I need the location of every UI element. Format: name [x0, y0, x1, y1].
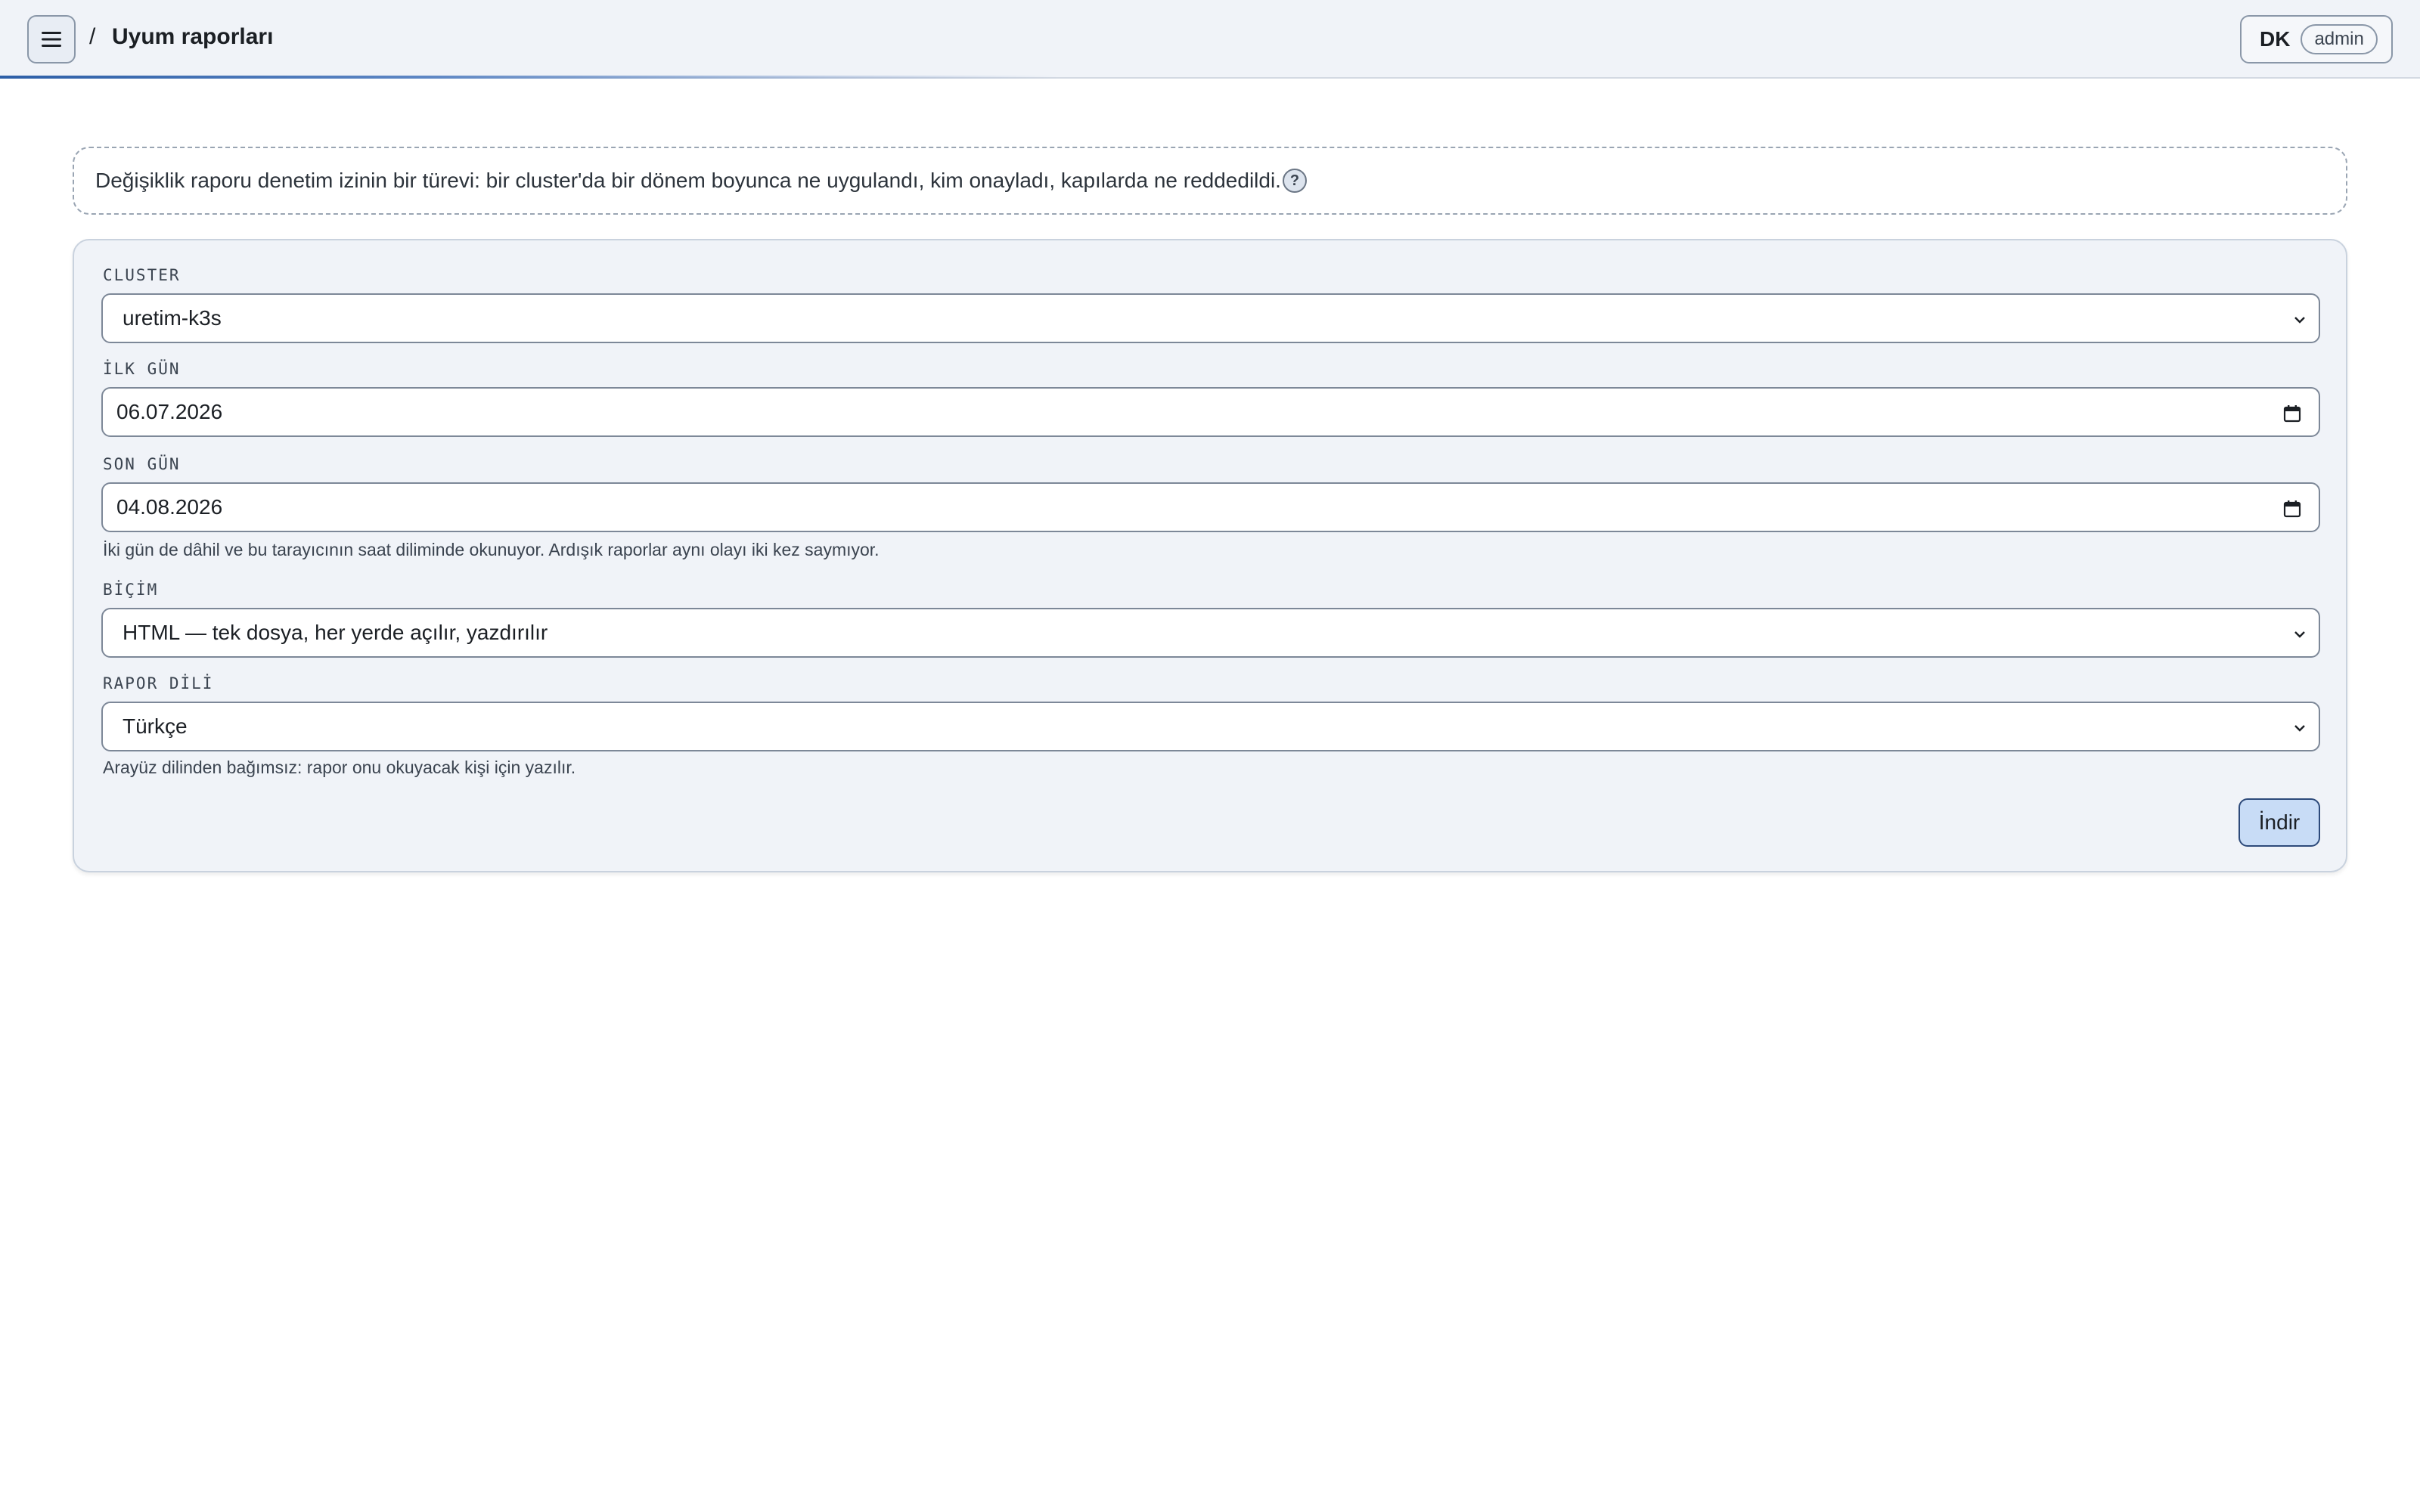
report-language-select[interactable]: Türkçe [101, 702, 2320, 751]
page-title: Uyum raporları [112, 24, 274, 49]
info-note: Değişiklik raporu denetim izinin bir tür… [73, 147, 2347, 215]
hamburger-menu-icon [42, 32, 61, 47]
report-language-label: RAPOR DİLİ [103, 674, 214, 692]
date-range-hint: İki gün de dâhil ve bu tarayıcının saat … [103, 540, 880, 559]
breadcrumb-separator: / [89, 24, 96, 49]
report-language-value: Türkçe [123, 714, 188, 738]
info-text: Değişiklik raporu denetim izinin bir tür… [95, 169, 1281, 192]
last-day-date-input[interactable]: 04.08.2026 [101, 482, 2320, 532]
report-language-hint: Arayüz dilinden bağımsız: rapor onu okuy… [103, 758, 576, 777]
help-icon[interactable]: ? [1282, 169, 1307, 193]
calendar-icon[interactable] [2282, 404, 2302, 423]
last-day-value: 04.08.2026 [116, 495, 223, 519]
first-day-label: İLK GÜN [103, 360, 181, 378]
chevron-down-icon [2294, 317, 2305, 324]
format-select[interactable]: HTML — tek dosya, her yerde açılır, yazd… [101, 608, 2320, 658]
topbar-accent-line [0, 76, 1059, 79]
calendar-icon[interactable] [2282, 499, 2302, 519]
first-day-value: 06.07.2026 [116, 400, 223, 423]
report-form: CLUSTER uretim-k3s İLK GÜN 06.07.2026 SO… [73, 239, 2347, 872]
last-day-label: SON GÜN [103, 455, 181, 473]
menu-button[interactable] [27, 15, 76, 64]
cluster-label: CLUSTER [103, 266, 181, 284]
cluster-value: uretim-k3s [123, 306, 222, 330]
role-badge: admin [2301, 24, 2378, 54]
first-day-date-input[interactable]: 06.07.2026 [101, 387, 2320, 437]
format-label: BİÇİM [103, 581, 159, 599]
user-menu-button[interactable]: DK admin [2240, 15, 2393, 64]
top-bar: / Uyum raporları DK admin [0, 0, 2420, 79]
chevron-down-icon [2294, 631, 2305, 638]
user-initials: DK [2260, 27, 2291, 51]
cluster-select[interactable]: uretim-k3s [101, 293, 2320, 343]
chevron-down-icon [2294, 725, 2305, 732]
download-button[interactable]: İndir [2238, 798, 2320, 847]
format-value: HTML — tek dosya, her yerde açılır, yazd… [123, 621, 548, 644]
